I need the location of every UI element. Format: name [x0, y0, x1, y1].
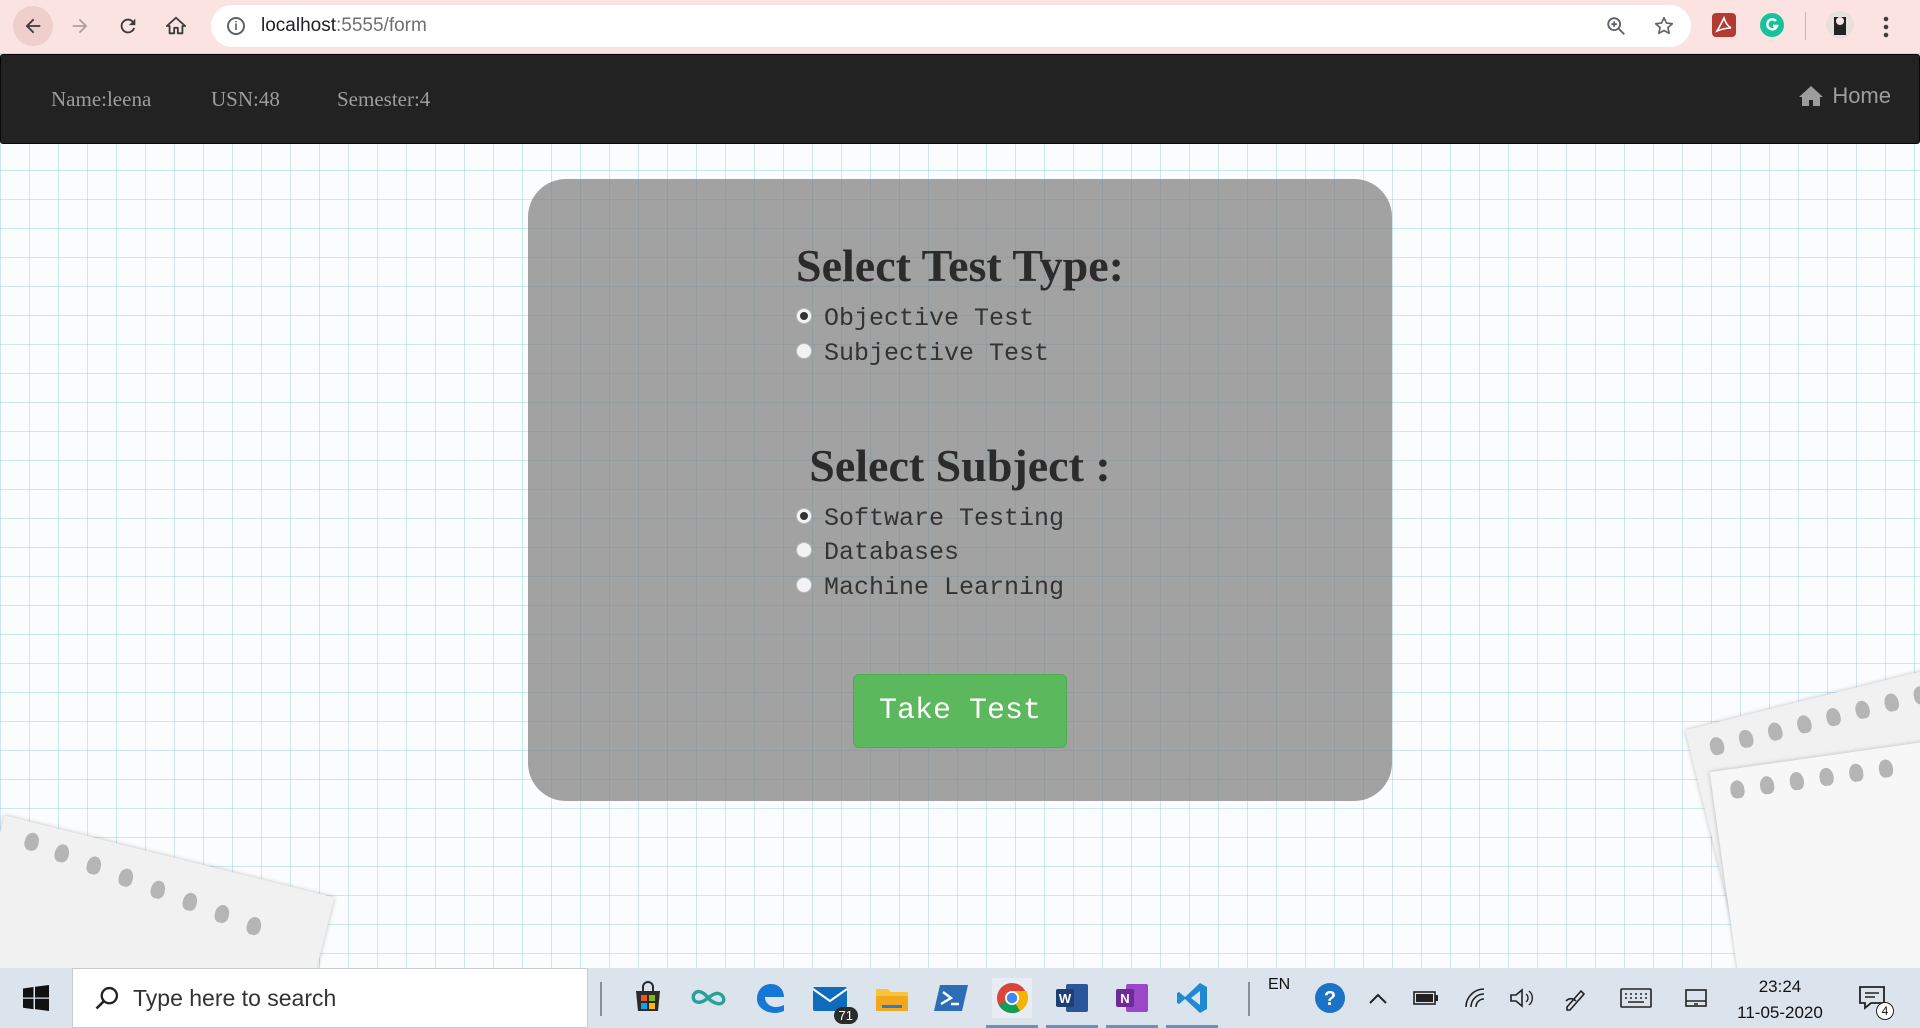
home-link-label: Home: [1832, 83, 1891, 108]
edge-icon[interactable]: [750, 978, 790, 1018]
infinity-app-icon[interactable]: [688, 978, 728, 1018]
toolbar-divider: [1805, 12, 1806, 40]
clock-time: 23:24: [1758, 977, 1802, 996]
star-icon[interactable]: [1653, 15, 1675, 37]
radio-button[interactable]: [796, 541, 812, 558]
radio-button[interactable]: [796, 342, 812, 359]
reload-button[interactable]: [108, 6, 148, 46]
svg-text:W: W: [1059, 991, 1072, 1006]
student-semester: Semester:4: [337, 87, 431, 111]
help-icon[interactable]: ?: [1310, 978, 1350, 1018]
profile-avatar[interactable]: [1826, 11, 1854, 39]
touch-keyboard-icon[interactable]: [1616, 978, 1656, 1018]
test-type-option-objective[interactable]: Objective Test: [796, 304, 1034, 333]
option-label: Machine Learning: [824, 573, 1065, 602]
home-icon: [1799, 86, 1824, 106]
student-name: Name:leena: [51, 87, 152, 111]
pen-icon[interactable]: [1556, 978, 1596, 1018]
take-test-button[interactable]: Take Test: [853, 674, 1067, 748]
radio-button[interactable]: [796, 307, 812, 324]
clock-date: 11-05-2020: [1737, 1003, 1823, 1022]
taskbar-divider: [1248, 982, 1250, 1016]
word-icon[interactable]: W: [1046, 978, 1098, 1028]
back-arrow-icon: [25, 18, 41, 34]
windows-taskbar: Type here to search 71 W N EN ? 23:24 11…: [0, 968, 1920, 1028]
acrobat-icon[interactable]: [1712, 13, 1736, 37]
address-bar[interactable]: i localhost:5555/form: [211, 5, 1691, 47]
mail-badge: 71: [833, 1007, 858, 1024]
test-type-heading: Select Test Type:: [796, 240, 1124, 291]
page-content: Name:leena USN:48 Semester:4 Home Select…: [0, 54, 1920, 968]
student-usn: USN:48: [211, 87, 280, 111]
browser-toolbar: i localhost:5555/form: [0, 0, 1920, 54]
forward-arrow-icon: [72, 18, 88, 34]
volume-icon[interactable]: [1502, 978, 1542, 1018]
svg-text:N: N: [1120, 991, 1129, 1006]
vscode-icon[interactable]: [1166, 978, 1218, 1028]
test-type-option-subjective[interactable]: Subjective Test: [796, 339, 1049, 368]
zoom-icon[interactable]: [1605, 15, 1627, 37]
notification-badge: 4: [1876, 1002, 1894, 1020]
radio-button[interactable]: [796, 507, 812, 524]
top-navbar: Name:leena USN:48 Semester:4 Home: [0, 54, 1920, 144]
subject-option-software-testing[interactable]: Software Testing: [796, 504, 1064, 533]
notification-icon[interactable]: 4: [1852, 978, 1894, 1020]
chrome-icon[interactable]: [986, 978, 1038, 1028]
home-icon: [165, 16, 187, 35]
wifi-icon[interactable]: [1456, 978, 1496, 1018]
subject-option-machine-learning[interactable]: Machine Learning: [796, 573, 1064, 602]
taskbar-search-box[interactable]: Type here to search: [72, 968, 588, 1028]
start-button[interactable]: [0, 968, 72, 1028]
language-indicator[interactable]: EN: [1268, 976, 1290, 994]
battery-icon[interactable]: [1406, 978, 1446, 1018]
test-selection-form: Select Test Type: Objective Test Subject…: [528, 179, 1392, 801]
chevron-up-icon[interactable]: [1358, 978, 1398, 1018]
url-text: localhost:5555/form: [261, 15, 427, 36]
home-link[interactable]: Home: [1798, 83, 1891, 109]
grammarly-icon[interactable]: [1760, 13, 1784, 37]
site-info-icon[interactable]: i: [227, 17, 245, 35]
reload-icon: [120, 18, 136, 34]
clock[interactable]: 23:24 11-05-2020: [1730, 974, 1830, 1026]
radio-button[interactable]: [796, 576, 812, 593]
tablet-mode-icon[interactable]: [1676, 978, 1716, 1018]
more-menu-icon[interactable]: [1876, 14, 1896, 40]
windows-logo-icon: [23, 985, 49, 1011]
back-button[interactable]: [13, 6, 53, 46]
mail-icon[interactable]: 71: [810, 978, 858, 1024]
taskbar-divider: [600, 982, 602, 1016]
search-placeholder: Type here to search: [133, 984, 337, 1011]
torn-paper-right-back: [1709, 738, 1920, 968]
onenote-icon[interactable]: N: [1106, 978, 1158, 1028]
powershell-icon[interactable]: [932, 978, 972, 1018]
store-icon[interactable]: [628, 978, 668, 1018]
home-button[interactable]: [156, 6, 196, 46]
search-icon: [95, 986, 119, 1010]
option-label: Databases: [824, 538, 960, 567]
torn-paper-left: [0, 815, 335, 968]
option-label: Software Testing: [824, 504, 1065, 533]
subject-heading: Select Subject :: [809, 440, 1111, 491]
forward-button[interactable]: [60, 6, 100, 46]
file-explorer-icon[interactable]: [872, 978, 912, 1018]
subject-option-databases[interactable]: Databases: [796, 538, 959, 567]
option-label: Objective Test: [824, 304, 1035, 333]
svg-text:?: ?: [1324, 988, 1336, 1010]
option-label: Subjective Test: [824, 339, 1050, 368]
